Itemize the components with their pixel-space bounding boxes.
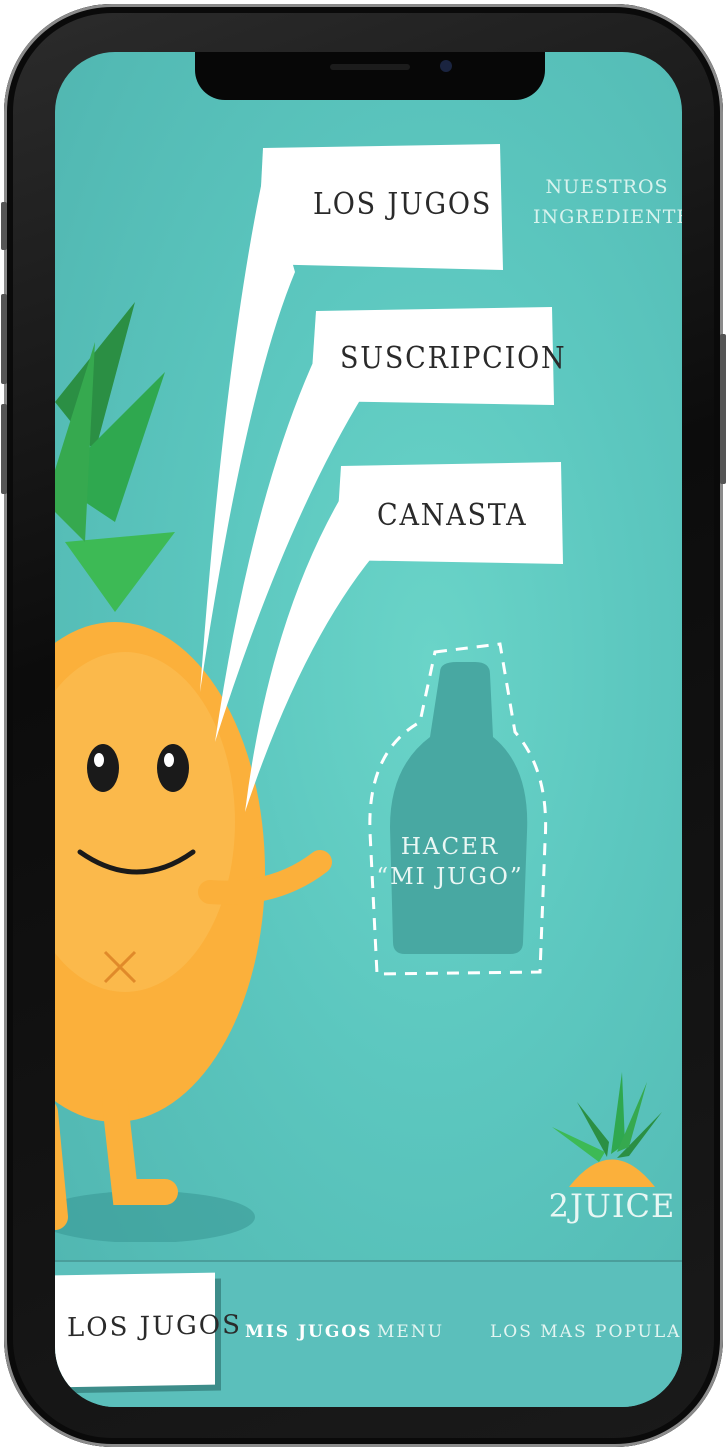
brand-logo: 2JUICE	[547, 1072, 677, 1242]
nav-tab-label: LOS JUGOS	[67, 1310, 242, 1344]
nav-tab-los-mas-populares[interactable]: LOS MAS POPULARES	[490, 1322, 682, 1342]
bubble-los-jugos[interactable]: LOS JUGOS	[255, 142, 505, 272]
nav-tab-mis-jugos[interactable]: MIS JUGOS	[245, 1322, 372, 1342]
volume-down-button	[1, 404, 7, 494]
bubble-canasta[interactable]: CANASTA	[335, 462, 565, 567]
bubble-suscripcion[interactable]: SUSCRIPCION	[310, 307, 565, 407]
display-notch	[195, 52, 545, 100]
mute-switch	[1, 202, 7, 250]
bottom-navbar: LOS JUGOS MIS JUGOS MENU LOS MAS POPULAR…	[55, 1260, 682, 1407]
bottle-label: HACER “MI JUGO”	[365, 832, 535, 892]
phone-frame: LOS JUGOS SUSCRIPCION CANASTA NUESTROS I…	[1, 4, 726, 1447]
bubble-label: CANASTA	[377, 498, 528, 533]
brand-name: 2JUICE	[548, 1187, 676, 1225]
bottle-icon	[368, 642, 548, 976]
front-camera	[440, 60, 452, 72]
bottle-label-line-2: “MI JUGO”	[376, 864, 524, 890]
bubble-label: LOS JUGOS	[313, 187, 493, 222]
volume-up-button	[1, 294, 7, 384]
nuestros-ingredientes-link[interactable]: NUESTROS INGREDIENTES	[533, 172, 682, 232]
bubble-label: SUSCRIPCION	[340, 341, 567, 376]
app-screen: LOS JUGOS SUSCRIPCION CANASTA NUESTROS I…	[55, 52, 682, 1407]
nav-tab-los-jugos[interactable]: LOS JUGOS	[55, 1272, 242, 1388]
bottle-label-line-1: HACER	[400, 834, 500, 860]
link-line-2: INGREDIENTES	[533, 206, 682, 228]
nav-tab-menu[interactable]: MENU	[377, 1322, 444, 1342]
hacer-mi-jugo-button[interactable]: HACER “MI JUGO”	[365, 642, 555, 982]
link-line-1: NUESTROS	[545, 176, 669, 198]
pineapple-logo-icon	[552, 1072, 662, 1187]
power-button	[720, 334, 726, 484]
speaker-grille	[330, 64, 410, 70]
